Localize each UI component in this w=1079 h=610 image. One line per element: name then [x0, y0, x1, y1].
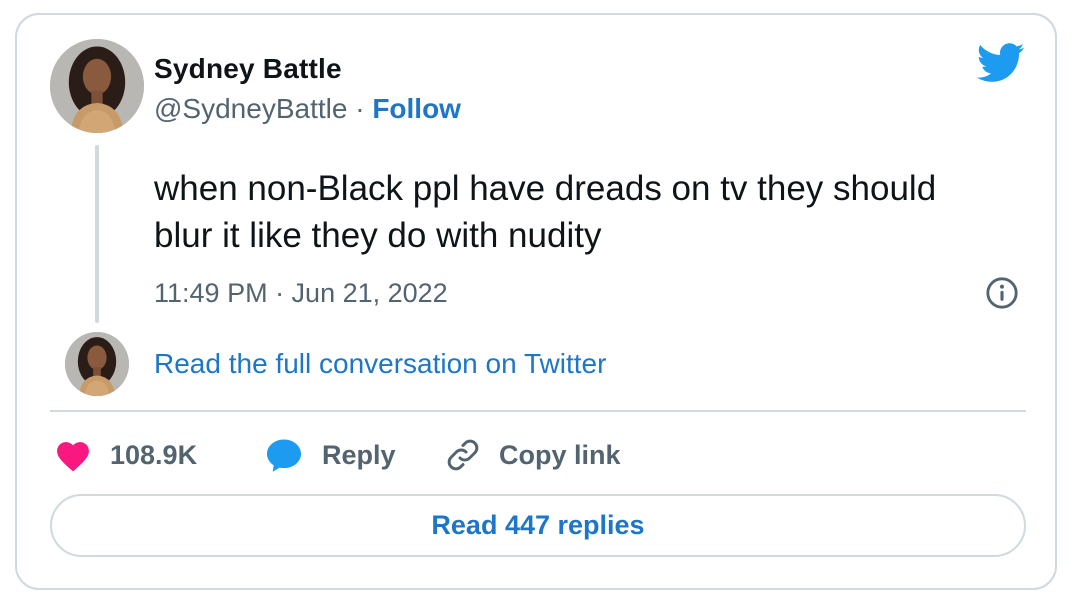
- handle-separator: ·: [347, 93, 373, 124]
- read-conversation-link[interactable]: Read the full conversation on Twitter: [154, 348, 606, 380]
- link-icon: [447, 439, 479, 471]
- reply-button[interactable]: Reply: [264, 435, 396, 475]
- heart-icon: [57, 442, 89, 472]
- author-handle[interactable]: @SydneyBattle: [154, 93, 347, 124]
- info-icon[interactable]: [985, 276, 1019, 310]
- thread-line: [95, 145, 99, 323]
- author-handle-row: @SydneyBattle · Follow: [154, 93, 461, 125]
- tweet-text: when non-Black ppl have dreads on tv the…: [154, 169, 937, 255]
- read-replies-button[interactable]: Read 447 replies: [50, 494, 1026, 557]
- tweet-embed-card: Sydney Battle @SydneyBattle · Follow whe…: [15, 13, 1057, 590]
- copy-link-button[interactable]: Copy link: [445, 435, 621, 475]
- reply-label: Reply: [322, 439, 396, 470]
- author-avatar[interactable]: [50, 39, 144, 133]
- speech-bubble-icon: [266, 439, 302, 472]
- tweet-timestamp[interactable]: 11:49 PM · Jun 21, 2022: [154, 278, 448, 309]
- copy-link-label: Copy link: [499, 439, 621, 470]
- divider: [50, 410, 1026, 412]
- author-name[interactable]: Sydney Battle: [154, 53, 342, 85]
- twitter-bird-icon[interactable]: [977, 43, 1025, 83]
- conversation-avatar[interactable]: [65, 332, 129, 396]
- like-button[interactable]: 108.9K: [54, 435, 197, 475]
- like-count: 108.9K: [110, 439, 198, 470]
- follow-button[interactable]: Follow: [372, 93, 461, 124]
